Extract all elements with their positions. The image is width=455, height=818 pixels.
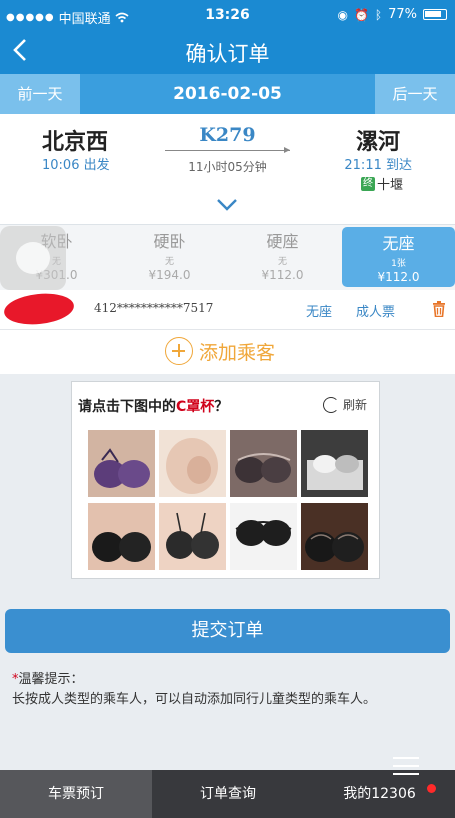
bottom-tab-bar: 车票预订 订单查询 我的12306	[0, 770, 455, 818]
train-number: K279	[199, 124, 256, 146]
passenger-id-number: 412***********7517	[94, 301, 214, 315]
departure-station: 北京西	[42, 130, 109, 155]
terminal-station: 终 十堰	[360, 174, 403, 193]
passenger-ticket-type[interactable]: 成人票	[356, 301, 395, 320]
passenger-row[interactable]: 412***********7517 无座 成人票	[0, 290, 455, 330]
captcha-image-7[interactable]	[230, 503, 297, 570]
next-day-button[interactable]: 后一天	[375, 74, 455, 114]
date-bar: 前一天 2016-02-05 后一天	[0, 74, 455, 114]
captcha-image-8[interactable]	[301, 503, 368, 570]
notification-dot	[427, 784, 436, 793]
tab-order-query[interactable]: 订单查询	[152, 770, 304, 818]
captcha-image-5[interactable]	[88, 503, 155, 570]
add-passenger-button[interactable]: 添加乘客	[165, 337, 275, 365]
submit-order-button[interactable]: 提交订单	[5, 609, 450, 653]
tab-ticket-booking[interactable]: 车票预订	[0, 770, 152, 818]
tip-title: *温馨提示：	[12, 672, 84, 687]
tab-my-12306[interactable]: 我的12306	[304, 770, 455, 818]
captcha-panel: 请点击下图中的C罩杯？ 刷新	[71, 381, 380, 579]
captcha-image-4[interactable]	[301, 430, 368, 497]
captcha-image-2[interactable]	[159, 430, 226, 497]
alarm-icon: ⏰	[353, 7, 369, 22]
battery-icon	[423, 9, 447, 20]
add-passenger-row: 添加乘客	[0, 330, 455, 374]
status-bar: ●●●●● 中国联通 13:26 ◉ ⏰ ᛒ 77%	[0, 0, 455, 32]
seat-option-hard-sleeper[interactable]: 硬卧 无 ¥194.0	[113, 225, 226, 289]
trip-duration: 11小时05分钟	[188, 160, 267, 174]
bluetooth-icon: ᛒ	[374, 7, 383, 22]
refresh-icon	[322, 396, 339, 413]
arrival-station: 漯河	[355, 130, 400, 155]
add-passenger-label: 添加乘客	[199, 341, 276, 364]
redacted-name	[2, 290, 76, 328]
travel-date[interactable]: 2016-02-05	[80, 74, 375, 114]
trash-icon[interactable]	[432, 301, 446, 317]
arrival-time: 21:11 到达	[344, 158, 412, 173]
captcha-image-6[interactable]	[159, 503, 226, 570]
battery-percent: 77%	[388, 7, 417, 22]
page-title: 确认订单	[185, 42, 270, 66]
lock-rotation-icon: ◉	[337, 7, 348, 22]
captcha-image-3[interactable]	[230, 430, 297, 497]
terminal-name: 十堰	[376, 178, 403, 193]
train-info: 北京西 10:06 出发 K279 11小时05分钟 漯河 21:11 到达 终…	[0, 114, 455, 224]
assistive-touch-button[interactable]	[0, 226, 66, 290]
captcha-refresh-button[interactable]: 刷新	[322, 396, 367, 413]
seat-option-no-seat[interactable]: 无座 1张 ¥112.0	[342, 227, 455, 287]
captcha-question: 请点击下图中的C罩杯？	[78, 399, 229, 415]
passenger-seat-type[interactable]: 无座	[306, 301, 332, 320]
terminal-badge: 终	[360, 176, 375, 191]
captcha-image-1[interactable]	[88, 430, 155, 497]
tip-body: 长按成人类型的乘车人，可以自动添加同行儿童类型的乘车人。	[12, 692, 377, 707]
chevron-down-icon[interactable]	[216, 198, 238, 212]
seat-options: 软卧 无 ¥301.0 硬卧 无 ¥194.0 硬座 无 ¥112.0 无座 1…	[0, 224, 455, 290]
route-arrow	[165, 147, 290, 153]
menu-icon[interactable]	[393, 757, 423, 777]
seat-option-hard-seat[interactable]: 硬座 无 ¥112.0	[226, 225, 339, 289]
departure-time: 10:06 出发	[42, 158, 110, 173]
plus-circle-icon	[165, 337, 193, 365]
prev-day-button[interactable]: 前一天	[0, 74, 80, 114]
nav-bar: 确认订单	[0, 32, 455, 74]
